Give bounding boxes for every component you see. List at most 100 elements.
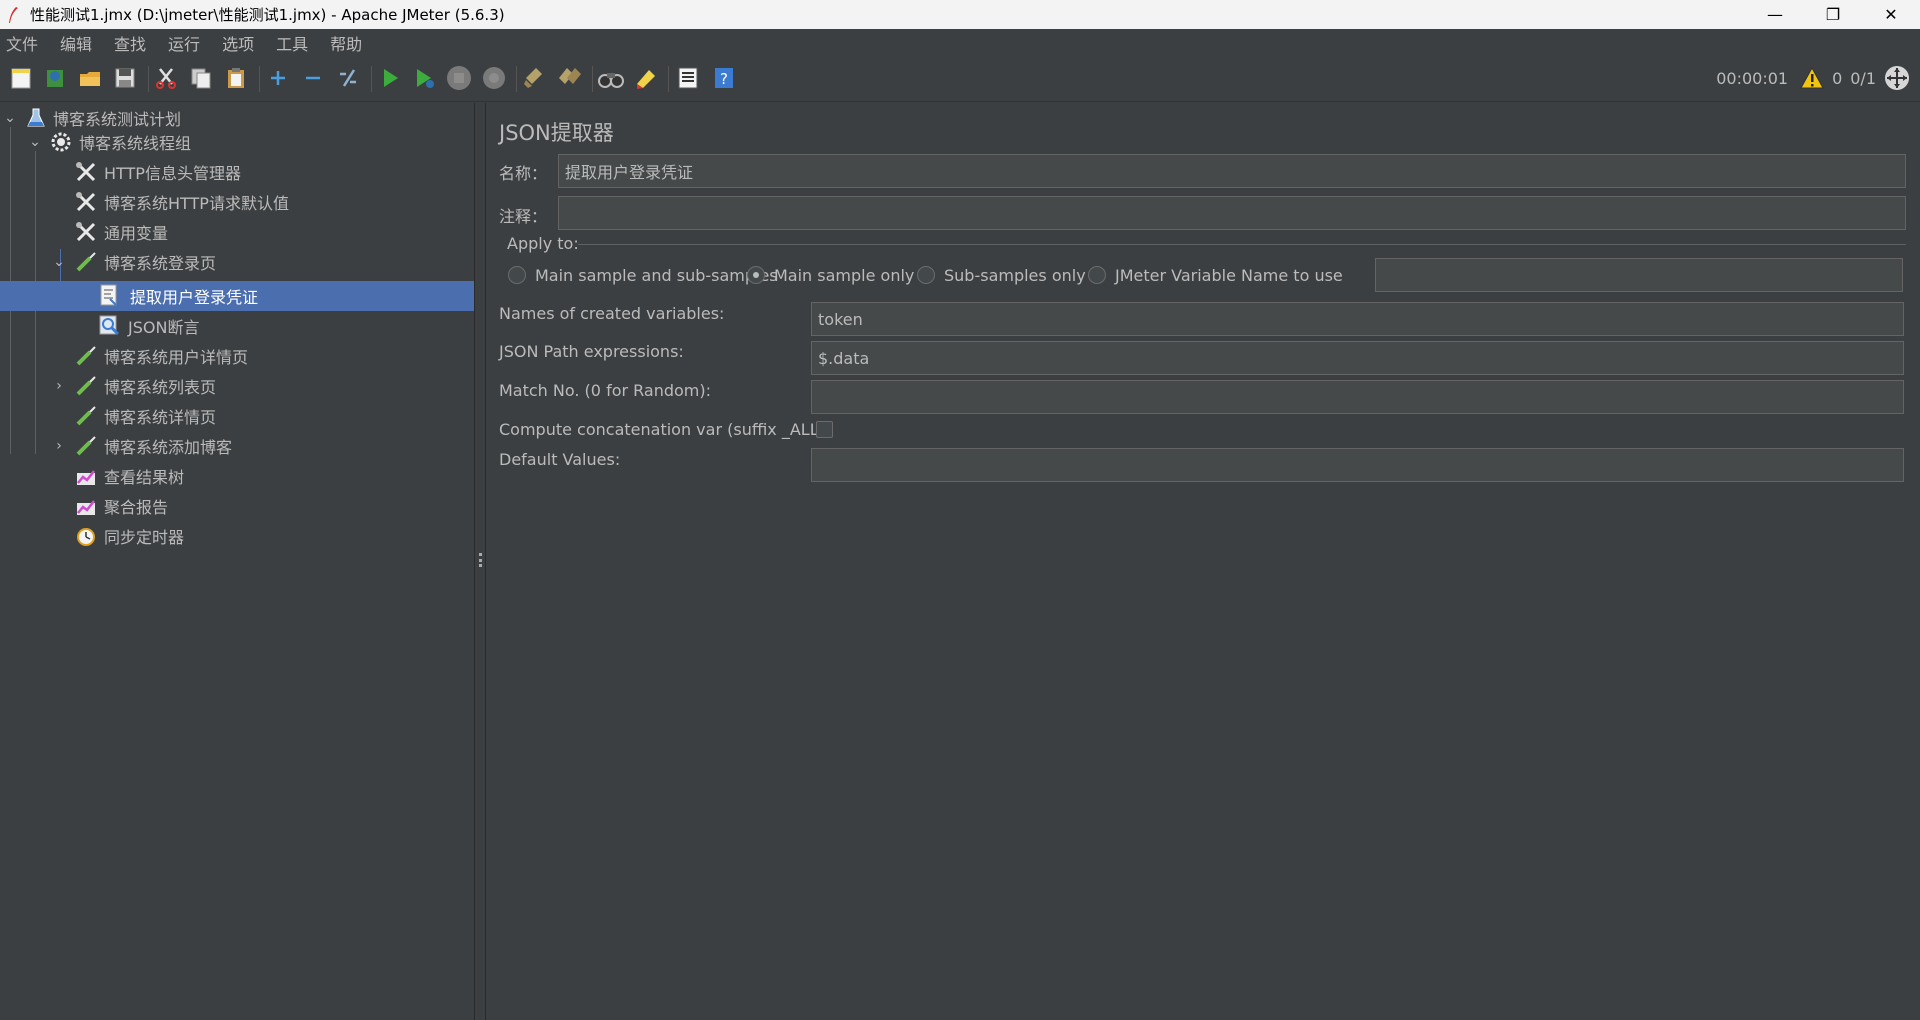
shutdown-icon[interactable] <box>480 64 508 92</box>
test-plan-tree: ⌄ 博客系统测试计划 ⌄ 博客系统线程组 HTTP信息头管理器 博客系统HTTP… <box>0 103 474 1020</box>
json-path-label: JSON Path expressions: <box>499 342 684 361</box>
cut-icon[interactable] <box>152 64 180 92</box>
tree-item-json-assertion[interactable]: JSON断言 <box>0 311 474 341</box>
search-icon[interactable] <box>597 64 625 92</box>
name-field[interactable]: 提取用户登录凭证 <box>558 154 1906 188</box>
clear-all-icon[interactable] <box>556 64 584 92</box>
concat-label: Compute concatenation var (suffix _ALL): <box>499 420 831 439</box>
comment-label: 注释： <box>499 207 548 226</box>
menu-search[interactable]: 查找 <box>108 31 152 55</box>
timer-icon <box>75 525 97 547</box>
assertion-icon <box>98 314 120 336</box>
reset-search-icon[interactable] <box>632 64 660 92</box>
default-values-field[interactable] <box>811 448 1904 482</box>
sampler-icon <box>75 435 97 457</box>
templates-icon[interactable] <box>41 64 69 92</box>
menu-help[interactable]: 帮助 <box>324 31 368 55</box>
match-no-label: Match No. (0 for Random): <box>499 381 712 400</box>
window-title: 性能测试1.jmx (D:\jmeter\性能测试1.jmx) - Apache… <box>30 6 505 24</box>
toolbar: ? 00:00:01 0 0/1 <box>0 56 1920 102</box>
title-bar: 性能测试1.jmx (D:\jmeter\性能测试1.jmx) - Apache… <box>0 0 1920 29</box>
tree-item-list-page[interactable]: › 博客系统列表页 <box>0 371 474 401</box>
name-label: 名称： <box>499 164 548 183</box>
collapse-icon[interactable] <box>299 64 327 92</box>
config-element-icon <box>75 191 97 213</box>
tree-item-user-detail[interactable]: 博客系统用户详情页 <box>0 341 474 371</box>
names-field[interactable]: token <box>811 302 1904 336</box>
page-title: JSON提取器 <box>499 121 614 145</box>
tree-item-login-page[interactable]: ⌄ 博客系统登录页 <box>0 247 474 277</box>
toggle-icon[interactable] <box>334 64 362 92</box>
menu-run[interactable]: 运行 <box>162 31 206 55</box>
apply-main-only-label: Main sample only <box>774 266 915 285</box>
apply-main-only-radio[interactable] <box>747 266 765 284</box>
listener-icon <box>75 495 97 517</box>
chevron-down-icon[interactable]: ⌄ <box>3 110 17 126</box>
apply-jmeter-var-radio[interactable] <box>1088 266 1106 284</box>
names-label: Names of created variables: <box>499 304 725 323</box>
chevron-right-icon[interactable]: › <box>52 378 66 394</box>
jmeter-feather-icon <box>9 6 18 23</box>
thread-count: 0/1 <box>1850 68 1876 88</box>
default-values-label: Default Values: <box>499 450 621 469</box>
elapsed-timer: 00:00:01 <box>1716 68 1789 88</box>
sampler-icon <box>75 345 97 367</box>
open-icon[interactable] <box>76 64 104 92</box>
comment-field[interactable] <box>558 196 1906 230</box>
menu-file[interactable]: 文件 <box>0 31 44 55</box>
config-element-icon <box>75 161 97 183</box>
tree-item-variables[interactable]: 通用变量 <box>0 217 474 247</box>
tree-item-thread-group[interactable]: ⌄ 博客系统线程组 <box>0 127 474 157</box>
concat-checkbox[interactable] <box>816 421 833 438</box>
copy-icon[interactable] <box>187 64 215 92</box>
expand-icon[interactable] <box>264 64 292 92</box>
close-button[interactable]: ✕ <box>1862 0 1920 29</box>
save-icon[interactable] <box>111 64 139 92</box>
restore-button[interactable]: ❐ <box>1804 0 1862 29</box>
listener-icon <box>75 465 97 487</box>
chevron-down-icon[interactable]: ⌄ <box>52 254 66 270</box>
chevron-right-icon[interactable]: › <box>52 438 66 454</box>
start-no-pause-icon[interactable] <box>411 64 439 92</box>
help-icon[interactable]: ? <box>710 64 738 92</box>
clear-icon[interactable] <box>520 64 548 92</box>
tree-item-detail-page[interactable]: 博客系统详情页 <box>0 401 474 431</box>
minimize-button[interactable]: — <box>1746 0 1804 29</box>
test-plan-icon <box>25 107 47 129</box>
jmeter-variable-field[interactable] <box>1375 258 1903 292</box>
tree-item-sync-timer[interactable]: 同步定时器 <box>0 521 474 551</box>
json-path-field[interactable]: $.data <box>811 341 1904 375</box>
tree-item-aggregate-report[interactable]: 聚合报告 <box>0 491 474 521</box>
tree-item-json-extractor[interactable]: 提取用户登录凭证 <box>0 281 474 311</box>
panel-splitter[interactable] <box>474 103 486 1020</box>
sampler-icon <box>75 375 97 397</box>
apply-sub-only-radio[interactable] <box>917 266 935 284</box>
config-element-icon <box>75 221 97 243</box>
apply-sub-only-label: Sub-samples only <box>944 266 1086 285</box>
menu-options[interactable]: 选项 <box>216 31 260 55</box>
chevron-down-icon[interactable]: ⌄ <box>28 134 42 150</box>
tree-item-http-header-manager[interactable]: HTTP信息头管理器 <box>0 157 474 187</box>
start-icon[interactable] <box>376 64 404 92</box>
new-icon[interactable] <box>7 64 35 92</box>
tree-item-add-blog[interactable]: › 博客系统添加博客 <box>0 431 474 461</box>
menu-bar: 文件 编辑 查找 运行 选项 工具 帮助 <box>0 29 1920 56</box>
match-no-field[interactable] <box>811 380 1904 414</box>
menu-tools[interactable]: 工具 <box>270 31 314 55</box>
json-extractor-panel: JSON提取器 名称： 提取用户登录凭证 注释： Apply to: Main … <box>486 103 1920 1020</box>
tree-item-results-tree[interactable]: 查看结果树 <box>0 461 474 491</box>
extractor-icon <box>98 284 120 306</box>
warning-count: 0 <box>1832 68 1843 88</box>
function-helper-icon[interactable] <box>674 64 702 92</box>
tree-item-http-defaults[interactable]: 博客系统HTTP请求默认值 <box>0 187 474 217</box>
stop-icon[interactable] <box>445 64 473 92</box>
sampler-icon <box>75 251 97 273</box>
paste-icon[interactable] <box>222 64 250 92</box>
menu-edit[interactable]: 编辑 <box>54 31 98 55</box>
apply-main-and-sub-label: Main sample and sub-samples <box>535 266 778 285</box>
apply-to-label: Apply to: <box>507 234 579 253</box>
apply-main-and-sub-radio[interactable] <box>508 266 526 284</box>
remote-engines-icon[interactable] <box>1884 65 1910 91</box>
apply-jmeter-var-label: JMeter Variable Name to use <box>1115 266 1343 285</box>
warning-icon[interactable] <box>1800 67 1824 89</box>
